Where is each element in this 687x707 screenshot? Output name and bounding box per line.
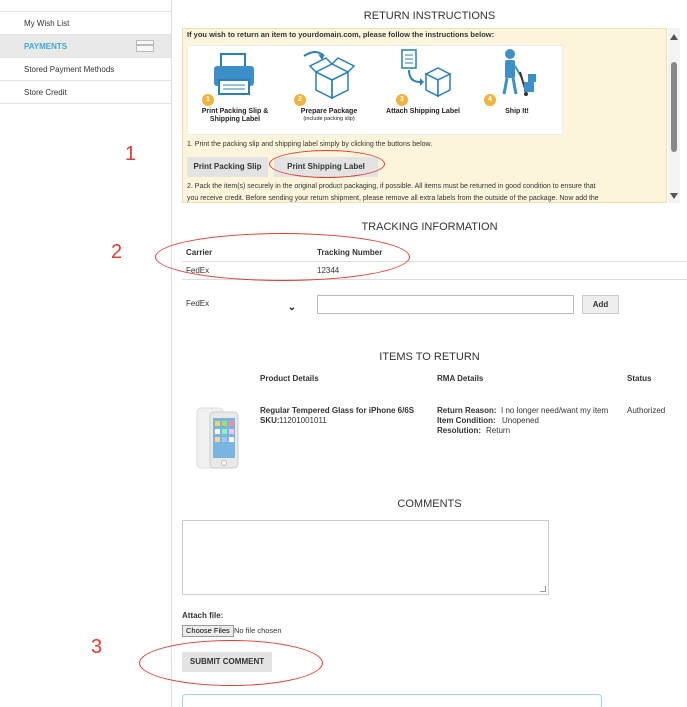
- step-number-badge: 3: [396, 94, 408, 106]
- step-label: Ship It!: [470, 108, 564, 116]
- return-reason-value: I no longer need/want my item: [501, 406, 609, 415]
- status-value: Authorized: [627, 406, 666, 415]
- return-instructions-panel: If you wish to return an item to yourdom…: [182, 28, 667, 203]
- column-header-rma-details: RMA Details: [437, 374, 484, 383]
- instruction-step-1: 1. Print the packing slip and shipping l…: [187, 141, 433, 148]
- step-number-badge: 1: [202, 94, 214, 106]
- resolution-label: Resolution:: [437, 426, 481, 435]
- resize-handle-icon[interactable]: [540, 586, 546, 592]
- step-label-text: Attach Shipping Label: [386, 108, 460, 115]
- return-intro-text: If you wish to return an item to yourdom…: [187, 30, 495, 39]
- step-attach: 3 Attach Shipping Label: [376, 46, 470, 136]
- attach-file-label: Attach file:: [182, 611, 224, 620]
- sidebar-item-cut: [0, 0, 171, 12]
- sidebar-heading-label: PAYMENTS: [24, 42, 68, 51]
- step-label: Attach Shipping Label: [376, 108, 470, 116]
- item-condition-value: Unopened: [502, 416, 539, 425]
- annotation-number-1: 1: [125, 143, 137, 165]
- instruction-step-2-line-a: 2. Pack the item(s) securely in the orig…: [187, 183, 596, 190]
- comment-textarea[interactable]: [182, 520, 549, 595]
- step-print: 1 Print Packing Slip & Shipping Label: [188, 46, 282, 136]
- sidebar-item-wish-list[interactable]: My Wish List: [0, 12, 171, 35]
- step-sublabel: (include packing slip): [303, 116, 355, 122]
- credit-card-icon: [136, 40, 154, 52]
- annotation-number-3: 3: [91, 636, 103, 658]
- instruction-step-2-line-b: you receive credit. Before sending your …: [187, 195, 599, 202]
- scroll-thumb[interactable]: [671, 62, 677, 152]
- step-label: Prepare Package (include packing slip): [282, 108, 376, 122]
- column-header-status: Status: [627, 374, 652, 383]
- step-label-text: Prepare Package: [300, 108, 358, 115]
- step-ship: 4 Ship It!: [470, 46, 564, 136]
- annotation-number-2: 2: [111, 241, 123, 263]
- step-label-text: Ship It!: [505, 108, 529, 115]
- sidebar-heading-payments: PAYMENTS: [0, 35, 171, 58]
- main-content: RETURN INSTRUCTIONS If you wish to retur…: [172, 0, 687, 707]
- sku-value: 11201001011: [279, 416, 327, 425]
- carrier-select[interactable]: FedEx ⌄: [182, 294, 304, 314]
- chevron-down-icon: ⌄: [287, 302, 296, 313]
- return-instructions-title: RETURN INSTRUCTIONS: [363, 10, 496, 22]
- info-box: [182, 694, 602, 707]
- annotation-ellipse-print-label: [269, 150, 385, 178]
- step-label: Print Packing Slip & Shipping Label: [188, 108, 282, 124]
- step-label-text: Print Packing Slip & Shipping Label: [201, 108, 269, 123]
- instructions-scrollbar[interactable]: [668, 28, 680, 203]
- return-steps-graphic: 1 Print Packing Slip & Shipping Label 2 …: [187, 45, 563, 135]
- item-condition-label: Item Condition:: [437, 416, 496, 425]
- resolution-value: Return: [486, 426, 511, 435]
- scroll-up-arrow-icon[interactable]: [670, 34, 678, 40]
- tracking-information-title: TRACKING INFORMATION: [361, 221, 498, 233]
- comments-title: COMMENTS: [397, 498, 462, 510]
- scroll-down-arrow-icon[interactable]: [670, 193, 678, 199]
- sidebar-item-store-credit[interactable]: Store Credit: [0, 81, 171, 104]
- annotation-ellipse-tracking: [155, 233, 410, 281]
- sidebar-item-stored-payment-methods[interactable]: Stored Payment Methods: [0, 58, 171, 81]
- step-prepare: 2 Prepare Package (include packing slip): [282, 46, 376, 136]
- return-reason-label: Return Reason:: [437, 406, 497, 415]
- no-file-chosen-text: No file chosen: [234, 626, 282, 635]
- return-item-row: Regular Tempered Glass for iPhone 6/6S S…: [172, 404, 687, 474]
- step-number-badge: 4: [484, 94, 496, 106]
- sku-label: SKU:: [260, 416, 280, 425]
- print-packing-slip-button[interactable]: Print Packing Slip: [187, 157, 268, 177]
- add-tracking-button[interactable]: Add: [582, 295, 619, 314]
- annotation-ellipse-submit: [139, 640, 323, 686]
- label-box-icon: [401, 49, 452, 98]
- step-number-badge: 2: [294, 94, 306, 106]
- items-table-header: Product Details RMA Details Status: [172, 374, 687, 390]
- column-header-product-details: Product Details: [260, 374, 319, 383]
- items-to-return-title: ITEMS TO RETURN: [379, 351, 480, 363]
- account-sidebar: My Wish List PAYMENTS Stored Payment Met…: [0, 0, 172, 707]
- product-name[interactable]: Regular Tempered Glass for iPhone 6/6S: [260, 406, 414, 416]
- carrier-select-value: FedEx: [186, 299, 210, 308]
- product-thumbnail[interactable]: [196, 406, 242, 470]
- tracking-number-input[interactable]: [317, 295, 574, 314]
- choose-files-button[interactable]: Choose Files: [182, 625, 234, 637]
